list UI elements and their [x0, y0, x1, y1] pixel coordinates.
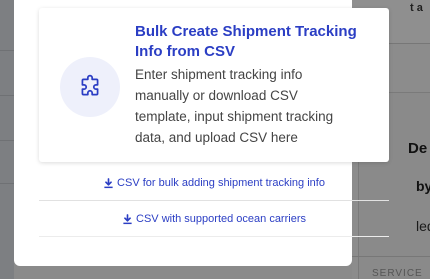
- background-divider: [352, 256, 430, 257]
- option-title: Bulk Create Shipment Tracking Info from …: [135, 23, 357, 60]
- option-description: Enter shipment tracking info manually or…: [135, 67, 334, 145]
- download-bulk-csv-link[interactable]: CSV for bulk adding shipment tracking in…: [39, 165, 389, 201]
- download-icon: [103, 177, 114, 189]
- option-icon-circle: [60, 57, 120, 117]
- download-bulk-csv-label: CSV for bulk adding shipment tracking in…: [117, 177, 325, 189]
- download-ocean-carriers-link[interactable]: CSV with supported ocean carriers: [39, 201, 389, 237]
- background-by-label: by: [416, 178, 430, 194]
- download-icon: [122, 213, 133, 225]
- download-ocean-carriers-label: CSV with supported ocean carriers: [136, 213, 306, 225]
- puzzle-icon: [81, 74, 99, 96]
- bulk-create-csv-option[interactable]: Bulk Create Shipment Tracking Info from …: [39, 8, 389, 162]
- background-top-text: t a: [410, 2, 423, 14]
- download-bottom-divider: [39, 236, 389, 237]
- background-bottom-text: SERVICE: [372, 268, 423, 279]
- background-row-text: led: [416, 218, 430, 234]
- background-heading: De: [408, 140, 428, 157]
- background-left-panel: [0, 0, 14, 279]
